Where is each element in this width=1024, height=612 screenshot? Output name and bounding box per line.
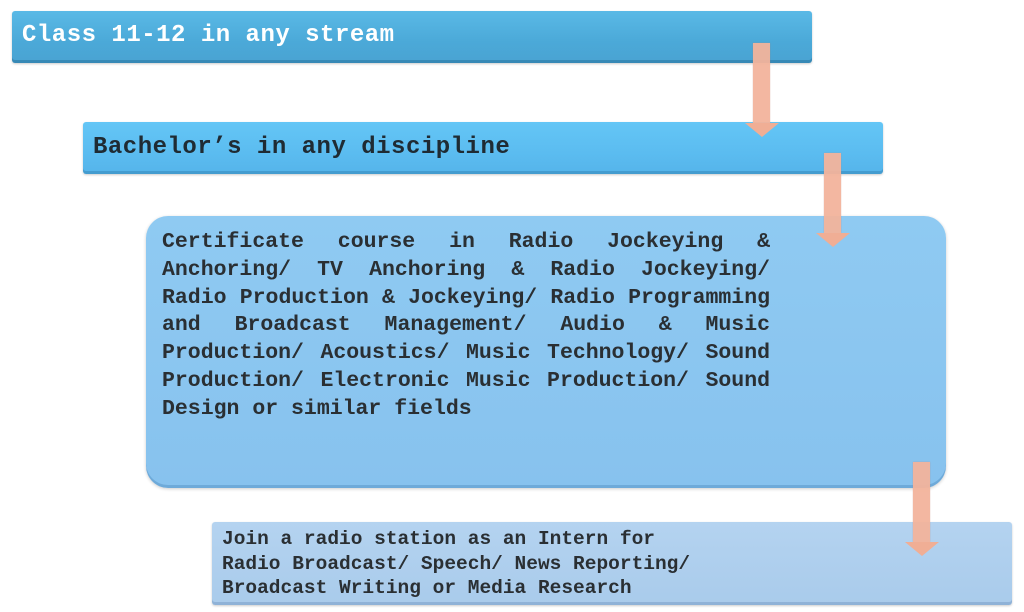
step-certificate-course: Certificate course in Radio Jockeying & … <box>146 216 946 488</box>
step-label: Certificate course in Radio Jockeying & … <box>162 230 770 421</box>
step-class-11-12: Class 11-12 in any stream <box>12 11 812 63</box>
step-internship: Join a radio station as an Intern for Ra… <box>212 522 1012 605</box>
step-label: Class 11-12 in any stream <box>22 22 395 49</box>
step-label-line: Radio Broadcast/ Speech/ News Reporting/ <box>222 552 691 575</box>
step-label-line: Join a radio station as an Intern for <box>222 528 655 550</box>
step-label: Bachelor’s in any discipline <box>93 134 511 161</box>
arrow-down-icon <box>816 153 850 247</box>
step-label-line: Broadcast Writing or Media Research <box>222 577 632 599</box>
arrow-down-icon <box>905 462 939 556</box>
arrow-down-icon <box>745 43 779 137</box>
